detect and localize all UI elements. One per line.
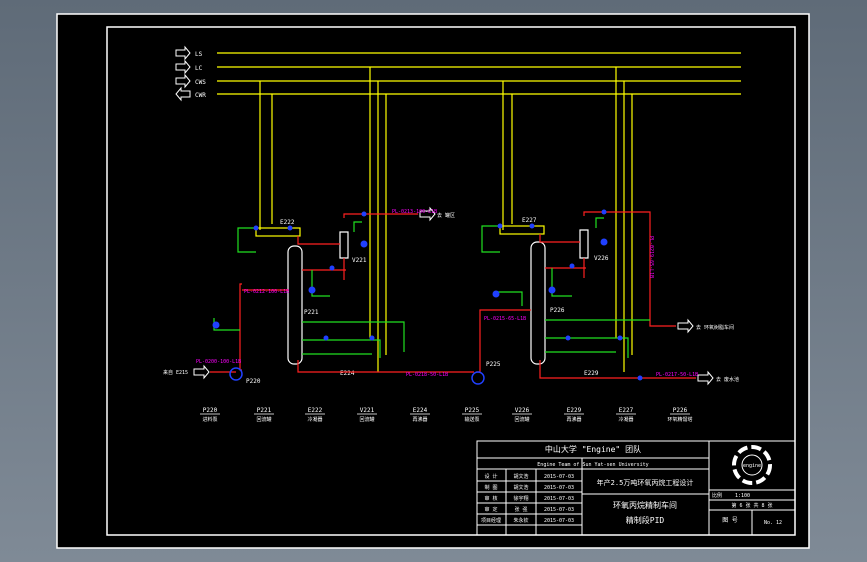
role-name: 胡文浩	[513, 473, 528, 480]
header-label: CWS	[195, 79, 206, 86]
valve-icon	[497, 223, 503, 229]
legend-tag: E229	[567, 407, 582, 414]
valve-icon	[569, 263, 575, 269]
header-label: LS	[195, 51, 203, 58]
legend-tag: P221	[257, 407, 272, 414]
valve-icon	[617, 335, 623, 341]
legend-name: 回流罐	[256, 416, 271, 423]
role-name: 张 强	[514, 506, 527, 513]
valve-icon	[369, 335, 375, 341]
pump-icon	[308, 286, 316, 294]
pump-icon	[360, 240, 368, 248]
sheet-count: 第 6 张 共 8 张	[731, 502, 772, 509]
pump-icon	[548, 286, 556, 294]
valve-icon	[329, 265, 335, 271]
tag-e222: E222	[280, 219, 295, 226]
role-name: 徐宇翔	[513, 495, 528, 502]
drawing-name: 环氧丙烷精制车间	[613, 500, 677, 510]
valve-icon	[287, 225, 293, 231]
role-name: 朱永钦	[513, 517, 528, 524]
legend-name: 再沸器	[412, 416, 427, 423]
legend-tag: E224	[413, 407, 428, 414]
legend-tag: V221	[360, 407, 375, 414]
tag-p220: P220	[246, 378, 261, 385]
header-label: LC	[195, 65, 203, 72]
line-number: PL-0218-50-L1B	[406, 372, 448, 378]
feed-label: 来自 E215	[163, 369, 188, 376]
role-label: 审 定	[484, 506, 497, 513]
legend-tag: E222	[308, 407, 323, 414]
legend-name: 冷凝器	[618, 416, 633, 423]
line-number: PL-0217-50-L1B	[656, 372, 698, 378]
role-label: 设 计	[484, 473, 497, 480]
tag-p221: P221	[304, 309, 319, 316]
legend-tag: E227	[619, 407, 634, 414]
role-date: 2015-07-03	[544, 507, 574, 513]
valve-icon	[323, 335, 329, 341]
pid-drawing-canvas: LS LC CWS CWR E222 V221 P221 E224 P220 来…	[56, 13, 810, 549]
legend-name: 冷凝器	[307, 416, 322, 423]
role-label: 项目经理	[481, 517, 501, 524]
valve-icon	[529, 223, 535, 229]
valve-icon	[565, 335, 571, 341]
line-dest-label: 去 罐区	[437, 212, 455, 219]
tag-v221: V221	[352, 257, 367, 264]
line-number: PL-0212-100-L1B	[244, 289, 289, 295]
line-number: PL-0219-65-L1B	[648, 236, 654, 278]
scale-label: 比例	[712, 492, 722, 499]
role-label: 制 图	[484, 484, 497, 491]
line-dest-label: 去 废水池	[716, 376, 739, 383]
line-number: PL-0215-65-L1B	[484, 316, 526, 322]
line-number: PL-0200-100-L1B	[196, 359, 241, 365]
valve-icon	[601, 209, 607, 215]
legend-name: 回流罐	[359, 416, 374, 423]
role-date: 2015-07-03	[544, 485, 574, 491]
pump-icon	[492, 290, 500, 298]
legend-tag: P225	[465, 407, 480, 414]
line-dest-label: 去 环氧树脂车间	[696, 324, 734, 331]
legend-name: 环氧精馏塔	[667, 416, 692, 423]
legend-tag: P220	[203, 407, 218, 414]
role-date: 2015-07-03	[544, 474, 574, 480]
valve-icon	[637, 375, 643, 381]
tag-e229: E229	[584, 370, 599, 377]
line-number: PL-0213-100-L1B	[392, 209, 437, 215]
tag-p225: P225	[486, 361, 501, 368]
drawing-subtitle: 精制段PID	[626, 515, 665, 525]
legend-name: 进料泵	[202, 416, 217, 423]
tag-e224: E224	[340, 370, 355, 377]
valve-icon	[361, 211, 367, 217]
drawing-number-label: 图 号	[722, 517, 738, 524]
legend-tag: P226	[673, 407, 688, 414]
role-label: 审 核	[484, 495, 497, 502]
pump-icon	[600, 238, 608, 246]
role-date: 2015-07-03	[544, 518, 574, 524]
scale-value: 1:100	[735, 493, 750, 499]
drawing-number: No. 12	[764, 520, 782, 526]
pump-icon	[212, 321, 220, 329]
tag-p226: P226	[550, 307, 565, 314]
org-name-en: Engine Team of Sun Yat-sen University	[537, 462, 648, 468]
legend-tag: V226	[515, 407, 530, 414]
svg-text:engine: engine	[743, 463, 761, 469]
legend-name: 回流罐	[514, 416, 529, 423]
legend-name: 输送泵	[464, 416, 479, 423]
org-name: 中山大学 "Engine" 团队	[545, 444, 641, 454]
tag-e227: E227	[522, 217, 537, 224]
legend-name: 再沸器	[566, 416, 581, 423]
role-name: 胡文浩	[513, 484, 528, 491]
tag-v226: V226	[594, 255, 609, 262]
pump-icon	[253, 225, 259, 231]
role-date: 2015-07-03	[544, 496, 574, 502]
project-title: 年产2.5万吨环氧丙烷工程设计	[597, 478, 694, 487]
header-label: CWR	[195, 92, 206, 99]
